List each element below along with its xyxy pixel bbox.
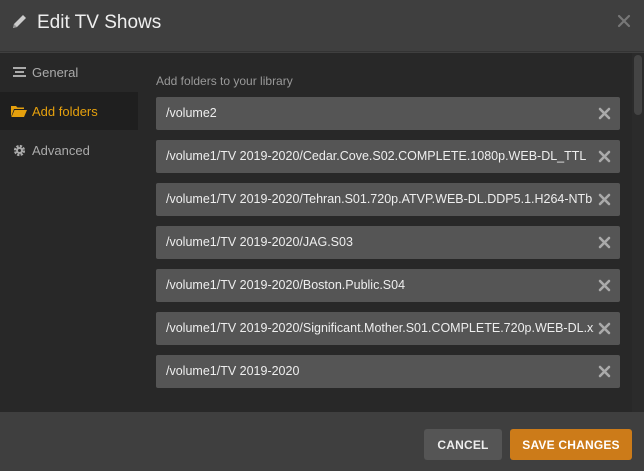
remove-icon[interactable]	[598, 236, 611, 249]
sidebar-item-label: Add folders	[32, 103, 98, 119]
sidebar-item-label: General	[32, 64, 79, 80]
scrollbar-thumb[interactable]	[634, 55, 642, 115]
folder-path: /volume1/TV 2019-2020/JAG.S03	[166, 235, 353, 249]
sidebar: General Add folders Advanced	[0, 53, 138, 412]
folder-row: /volume1/TV 2019-2020/Significant.Mother…	[156, 312, 620, 345]
sidebar-item-label: Advanced	[32, 142, 90, 158]
dialog-footer: CANCEL SAVE CHANGES	[0, 412, 644, 471]
folder-row: /volume1/TV 2019-2020	[156, 355, 620, 388]
close-icon[interactable]	[617, 14, 631, 28]
folder-row: /volume1/TV 2019-2020/JAG.S03	[156, 226, 620, 259]
dialog-header: Edit TV Shows	[0, 0, 644, 52]
folder-path: /volume1/TV 2019-2020/Cedar.Cove.S02.COM…	[166, 149, 587, 163]
pencil-icon	[13, 15, 26, 28]
save-changes-button[interactable]: SAVE CHANGES	[510, 429, 632, 460]
edit-library-dialog: Edit TV Shows General Add folders Advanc…	[0, 0, 644, 471]
remove-icon[interactable]	[598, 322, 611, 335]
scrollbar[interactable]	[632, 53, 644, 412]
folder-open-icon	[11, 104, 27, 118]
remove-icon[interactable]	[598, 193, 611, 206]
folder-path: /volume1/TV 2019-2020/Boston.Public.S04	[166, 278, 406, 292]
cancel-button[interactable]: CANCEL	[424, 429, 502, 460]
section-label: Add folders to your library	[156, 74, 293, 88]
folder-path: /volume1/TV 2019-2020/Significant.Mother…	[166, 321, 594, 335]
sidebar-item-add-folders[interactable]: Add folders	[0, 92, 138, 130]
folder-path: /volume2	[166, 106, 217, 120]
folder-row: /volume1/TV 2019-2020/Tehran.S01.720p.AT…	[156, 183, 620, 216]
folder-row: /volume1/TV 2019-2020/Boston.Public.S04	[156, 269, 620, 302]
folder-row: /volume2	[156, 97, 620, 130]
sidebar-item-general[interactable]: General	[0, 53, 138, 91]
folder-path: /volume1/TV 2019-2020/Tehran.S01.720p.AT…	[166, 192, 593, 206]
folder-row: /volume1/TV 2019-2020/Cedar.Cove.S02.COM…	[156, 140, 620, 173]
remove-icon[interactable]	[598, 279, 611, 292]
remove-icon[interactable]	[598, 365, 611, 378]
dialog-title: Edit TV Shows	[37, 12, 162, 33]
folder-path: /volume1/TV 2019-2020	[166, 364, 300, 378]
list-icon	[11, 65, 27, 79]
remove-icon[interactable]	[598, 150, 611, 163]
remove-icon[interactable]	[598, 107, 611, 120]
sidebar-item-advanced[interactable]: Advanced	[0, 131, 138, 169]
gear-icon	[11, 143, 27, 157]
